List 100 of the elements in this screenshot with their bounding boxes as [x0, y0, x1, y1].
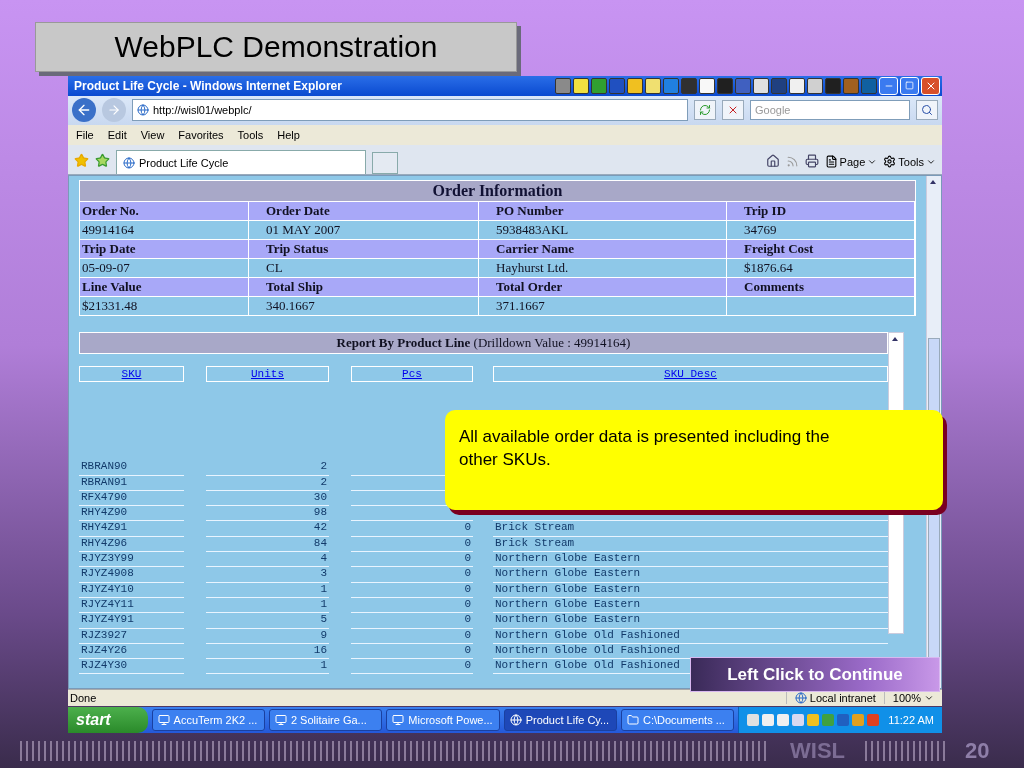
close-button[interactable]: [921, 76, 940, 95]
taskbar-item[interactable]: 2 Solitaire Ga...: [268, 709, 383, 731]
taskbar-item[interactable]: Microsoft Powe...: [386, 709, 500, 731]
table-cell: Brick Stream: [493, 521, 888, 537]
table-cell: 16: [206, 643, 329, 660]
field-label: Trip Date: [80, 239, 249, 259]
table-cell: 9: [206, 628, 329, 644]
search-field[interactable]: Google: [750, 100, 910, 121]
table-cell: Northern Globe Eastern: [493, 552, 888, 568]
field-value: 5938483AKL: [494, 220, 727, 240]
field-label: Line Value: [80, 277, 249, 297]
spacer-cell: [727, 201, 742, 221]
menu-item[interactable]: Edit: [107, 128, 127, 141]
table-cell: RJYZ4Y91: [79, 613, 184, 629]
table-cell: Northern Globe Eastern: [493, 567, 888, 583]
app-icon[interactable]: [627, 77, 643, 94]
table-title: Order Information: [80, 181, 915, 202]
table-cell: 0: [351, 628, 473, 644]
column-header-link[interactable]: Units: [206, 366, 329, 383]
taskbar-item[interactable]: C:\Documents ...: [620, 709, 735, 731]
table-cell: RHY4Z91: [79, 521, 184, 537]
table-cell: 0: [351, 659, 473, 675]
browser-tab[interactable]: Product Life Cycle: [116, 150, 366, 175]
column-header-link[interactable]: SKU Desc: [493, 366, 888, 383]
tray-icon[interactable]: [852, 714, 865, 726]
tray-icon[interactable]: [792, 714, 805, 726]
back-button[interactable]: [72, 98, 96, 123]
field-label: Order Date: [264, 201, 479, 221]
app-icon[interactable]: [789, 77, 805, 94]
home-icon[interactable]: [765, 154, 780, 169]
app-icon[interactable]: [699, 77, 715, 94]
field-label: Carrier Name: [494, 239, 727, 259]
field-label: Total Ship: [264, 277, 479, 297]
report-title: Report By Product Line (Drilldown Value : 49914164): [79, 332, 888, 355]
gear-icon: [883, 155, 897, 169]
star-icon[interactable]: [74, 153, 89, 169]
globe-icon: [509, 714, 522, 726]
table-cell: Brick Stream: [493, 536, 888, 553]
table-cell: 1: [206, 659, 329, 675]
refresh-icon: [699, 104, 711, 117]
toolbar-button[interactable]: Tools: [883, 155, 936, 169]
table-cell: RBRAN90: [79, 460, 184, 476]
table-cell: Northern Globe Eastern: [493, 582, 888, 598]
minimize-button[interactable]: [879, 76, 898, 95]
search-icon: [921, 104, 933, 117]
column-header-link[interactable]: SKU: [79, 366, 184, 383]
taskbar-item[interactable]: Product Life Cy...: [503, 709, 617, 731]
new-tab-button[interactable]: [372, 152, 398, 175]
spacer-cell: [479, 277, 494, 297]
field-label: Trip ID: [742, 201, 915, 221]
search-button[interactable]: [916, 100, 938, 121]
tray-icon[interactable]: [747, 714, 760, 726]
tray-icon[interactable]: [777, 714, 790, 726]
refresh-button[interactable]: [694, 100, 716, 121]
feed-icon[interactable]: [785, 155, 799, 169]
menu-item[interactable]: Help: [277, 128, 300, 141]
spacer-cell: [249, 239, 264, 259]
tray-icon[interactable]: [837, 714, 850, 726]
maximize-button[interactable]: [900, 76, 919, 95]
spacer-cell: [727, 277, 742, 297]
continue-button[interactable]: Left Click to Continue: [690, 657, 940, 692]
address-field[interactable]: http://wisl01/webplc/: [132, 99, 688, 122]
globe-icon: [137, 104, 149, 117]
table-cell: RFX4790: [79, 490, 184, 507]
field-value: 01 MAY 2007: [264, 220, 479, 240]
table-cell: 0: [351, 536, 473, 553]
menu-item[interactable]: Tools: [237, 128, 264, 141]
star-icon[interactable]: [95, 153, 110, 169]
table-cell: 0: [351, 582, 473, 598]
tray-icon[interactable]: [807, 714, 820, 726]
field-value: 49914164: [80, 220, 249, 240]
globe-icon: [794, 692, 807, 705]
field-value: 05-09-07: [80, 258, 249, 278]
window-title: Product Life Cycle - Windows Internet Explorer: [73, 78, 343, 93]
tray-icon[interactable]: [762, 714, 775, 726]
printer-icon[interactable]: [804, 154, 819, 169]
field-value: 340.1667: [264, 296, 479, 316]
app-icon[interactable]: [807, 77, 823, 94]
spacer-cell: [727, 239, 742, 259]
field-label: Freight Cost: [742, 239, 915, 259]
field-label: Trip Status: [264, 239, 479, 259]
stop-button[interactable]: [722, 100, 744, 121]
spacer-cell: [479, 201, 494, 221]
table-cell: 0: [351, 521, 473, 537]
app-icon[interactable]: [645, 77, 661, 94]
page-icon: [824, 155, 838, 169]
taskbar-item[interactable]: AccuTerm 2K2 ...: [151, 709, 265, 731]
app-icon[interactable]: [573, 77, 589, 94]
table-cell: RJZ4Y26: [79, 643, 184, 660]
toolbar-button[interactable]: Page: [824, 155, 878, 169]
app-icon[interactable]: [753, 77, 769, 94]
menu-item[interactable]: View: [140, 128, 165, 141]
column-header-link[interactable]: Pcs: [351, 366, 473, 383]
field-label: Comments: [742, 277, 915, 297]
table-cell: 0: [351, 597, 473, 614]
menu-item[interactable]: File: [76, 128, 94, 141]
field-value: 371.1667: [494, 296, 727, 316]
globe-icon: [123, 156, 135, 169]
table-cell: 42: [206, 521, 329, 537]
menu-item[interactable]: Favorites: [178, 128, 224, 141]
